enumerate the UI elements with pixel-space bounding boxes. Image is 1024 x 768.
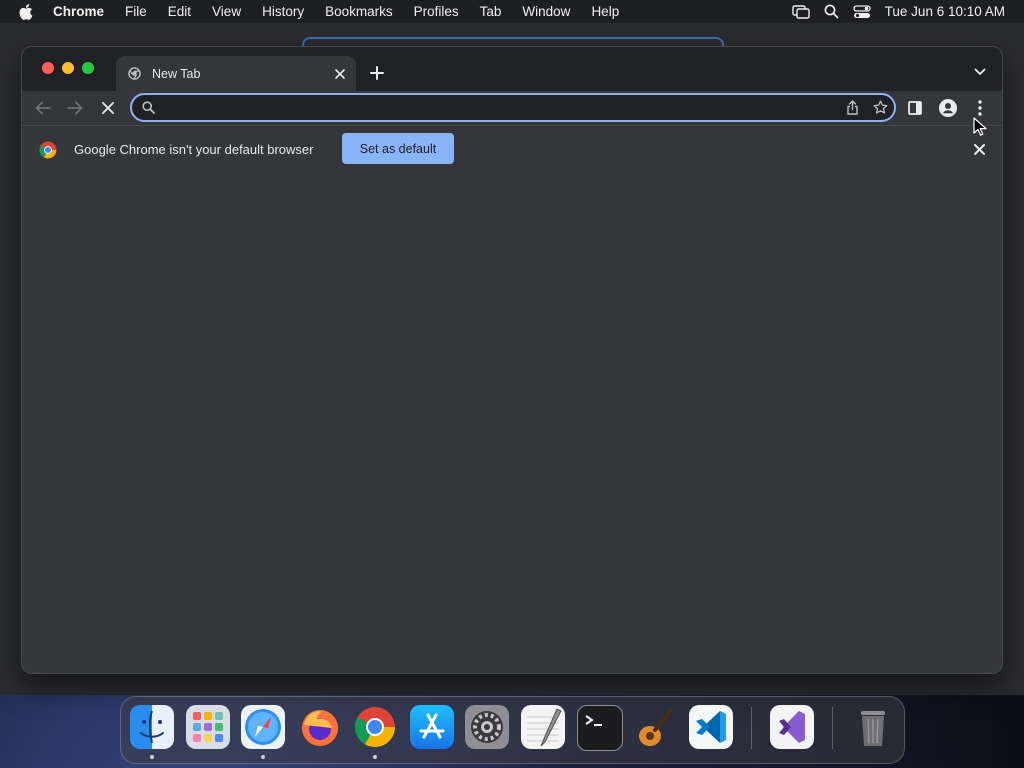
- dock-garageband-icon[interactable]: [633, 705, 677, 749]
- set-as-default-button[interactable]: Set as default: [342, 133, 454, 164]
- menu-bar: Chrome File Edit View History Bookmarks …: [0, 0, 1024, 23]
- menubar-clock[interactable]: Tue Jun 6 10:10 AM: [885, 4, 1005, 19]
- dock-finder-icon[interactable]: [130, 705, 174, 749]
- spotlight-search-icon[interactable]: [824, 4, 839, 19]
- tab-new-tab[interactable]: New Tab: [116, 56, 356, 91]
- chrome-favicon-icon: [128, 67, 142, 81]
- menu-edit[interactable]: Edit: [168, 4, 191, 19]
- dock-launchpad-icon[interactable]: [186, 705, 230, 749]
- chrome-logo-icon: [39, 141, 57, 159]
- tab-strip: New Tab: [22, 47, 1002, 91]
- tab-search-chevron-down-icon[interactable]: [970, 62, 990, 82]
- background-window-omnibox: [302, 37, 724, 47]
- bookmark-star-icon[interactable]: [866, 100, 894, 115]
- browser-toolbar: [22, 91, 1002, 124]
- back-arrow-icon[interactable]: [31, 96, 55, 120]
- dock-separator: [751, 707, 752, 749]
- menu-app-chrome[interactable]: Chrome: [53, 4, 104, 19]
- control-center-icon[interactable]: [853, 4, 871, 19]
- address-bar[interactable]: [130, 93, 896, 122]
- dock-system-settings-icon[interactable]: [465, 705, 509, 749]
- tab-title: New Tab: [152, 66, 201, 81]
- page-content-area[interactable]: [22, 172, 1002, 673]
- dock-chrome-icon[interactable]: [353, 705, 397, 749]
- address-bar-input[interactable]: [162, 99, 838, 116]
- zoom-window-button[interactable]: [82, 62, 94, 74]
- menu-window[interactable]: Window: [522, 4, 570, 19]
- dock-textedit-icon[interactable]: [521, 705, 565, 749]
- infobar-close-icon[interactable]: [970, 140, 988, 158]
- screen-mirroring-icon[interactable]: [791, 4, 810, 19]
- menu-view[interactable]: View: [212, 4, 241, 19]
- dock-app-store-icon[interactable]: [410, 705, 454, 749]
- menu-profiles[interactable]: Profiles: [414, 4, 459, 19]
- profile-avatar-icon[interactable]: [936, 96, 960, 120]
- forward-arrow-icon[interactable]: [63, 96, 87, 120]
- dock-separator-trash: [832, 707, 833, 749]
- menu-tab[interactable]: Tab: [480, 4, 502, 19]
- apple-menu-icon[interactable]: [19, 3, 35, 20]
- side-panel-icon[interactable]: [903, 96, 927, 120]
- new-tab-plus-icon[interactable]: [366, 62, 388, 84]
- chrome-window: New Tab Google Chrome isn't your default…: [22, 47, 1002, 673]
- menu-bookmarks[interactable]: Bookmarks: [325, 4, 393, 19]
- stop-loading-x-icon[interactable]: [96, 96, 120, 120]
- share-icon[interactable]: [838, 100, 866, 115]
- search-icon: [142, 101, 156, 114]
- dock-trash-icon[interactable]: [851, 705, 895, 749]
- menubar-status-area: Tue Jun 6 10:10 AM: [791, 0, 1005, 23]
- dock-terminal-icon[interactable]: [577, 705, 623, 751]
- dock-visual-studio-icon[interactable]: [770, 705, 814, 749]
- dock-safari-icon[interactable]: [241, 705, 285, 749]
- close-window-button[interactable]: [42, 62, 54, 74]
- dock: [120, 696, 905, 764]
- menu-file[interactable]: File: [125, 4, 147, 19]
- minimize-window-button[interactable]: [62, 62, 74, 74]
- menu-help[interactable]: Help: [591, 4, 619, 19]
- menu-history[interactable]: History: [262, 4, 304, 19]
- tab-close-icon[interactable]: [330, 64, 350, 84]
- default-browser-infobar: Google Chrome isn't your default browser…: [22, 125, 1002, 173]
- dock-chrome-running-dot: [373, 755, 377, 759]
- dock-finder-running-dot: [150, 755, 154, 759]
- mouse-pointer-icon: [973, 117, 987, 142]
- dock-vscode-icon[interactable]: [689, 705, 733, 749]
- infobar-message: Google Chrome isn't your default browser: [74, 142, 314, 157]
- dock-firefox-icon[interactable]: [298, 705, 342, 749]
- dock-safari-running-dot: [261, 755, 265, 759]
